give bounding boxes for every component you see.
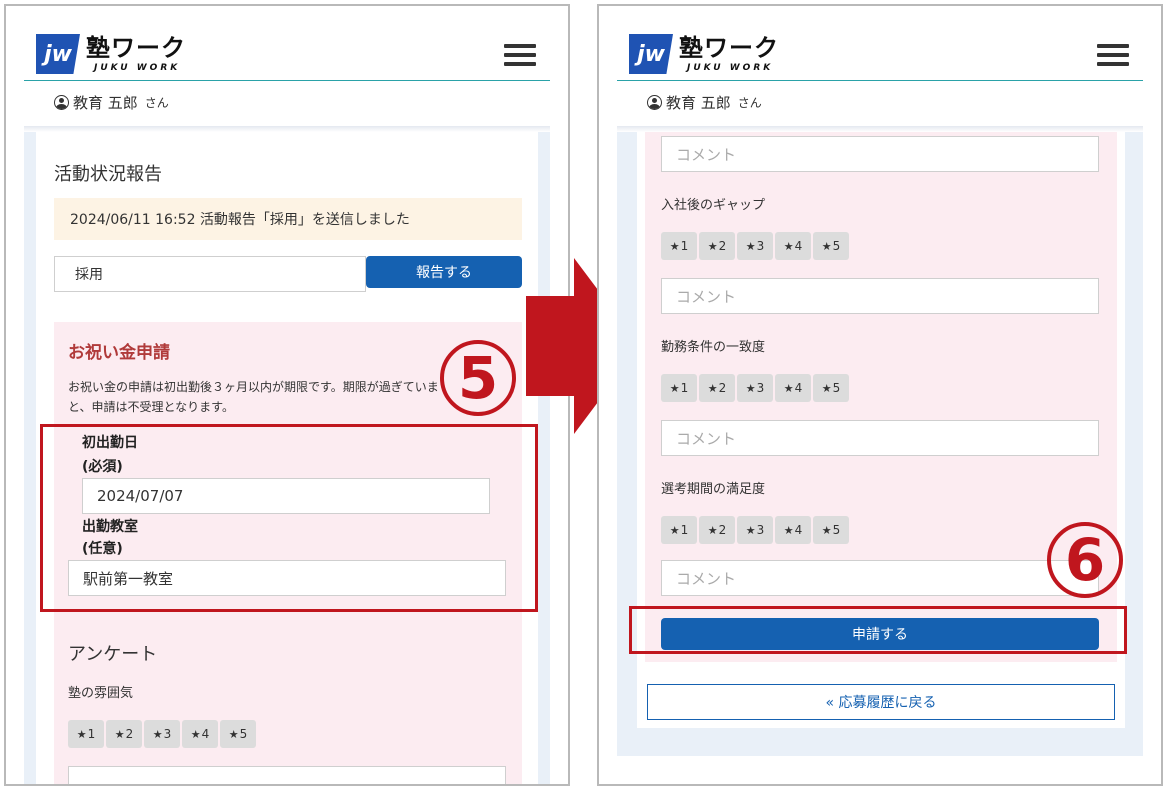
star-icon: ★ bbox=[821, 239, 832, 253]
rating-star-3[interactable]: ★ 3 bbox=[144, 720, 180, 748]
rating-atmosphere: ★ 1 ★ 2 ★ 3 ★ 4 ★ 5 bbox=[68, 720, 256, 748]
comment-input-conditions[interactable]: コメント bbox=[661, 420, 1099, 456]
star-icon: ★ bbox=[669, 381, 680, 395]
rating-star-3[interactable]: ★ 3 bbox=[737, 232, 773, 260]
status-notice: 2024/06/11 16:52 活動報告「採用」を送信しました bbox=[54, 198, 522, 240]
header-divider bbox=[617, 80, 1143, 81]
rating-star-1[interactable]: ★ 1 bbox=[661, 516, 697, 544]
step-number-5: 5 bbox=[440, 340, 516, 416]
star-icon: ★ bbox=[745, 239, 756, 253]
logo-subtext: JUKU WORK bbox=[94, 63, 181, 73]
comment-input-selection[interactable]: コメント bbox=[661, 560, 1099, 596]
section-title: 活動状況報告 bbox=[54, 164, 162, 185]
star-icon: ★ bbox=[783, 523, 794, 537]
back-to-history-link[interactable]: « 応募履歴に戻る bbox=[647, 684, 1115, 720]
star-icon: ★ bbox=[745, 523, 756, 537]
site-header: jw 塾ワーク JUKU WORK 教育 五郎 さん bbox=[6, 6, 568, 113]
user-info: 教育 五郎 さん bbox=[54, 92, 169, 113]
rating-star-5[interactable]: ★ 5 bbox=[813, 516, 849, 544]
rating-star-3[interactable]: ★ 3 bbox=[737, 374, 773, 402]
rating-star-5[interactable]: ★ 5 bbox=[813, 374, 849, 402]
rating-star-4[interactable]: ★ 4 bbox=[775, 374, 811, 402]
star-icon: ★ bbox=[707, 523, 718, 537]
star-icon: ★ bbox=[707, 239, 718, 253]
rating-gap: ★ 1 ★ 2 ★ 3 ★ 4 ★ 5 bbox=[661, 232, 849, 260]
survey-section: コメント 入社後のギャップ ★ 1 ★ 2 ★ 3 ★ 4 ★ 5 コメント 勤務条件の一… bbox=[645, 132, 1117, 662]
rating-star-1[interactable]: ★ 1 bbox=[661, 374, 697, 402]
site-logo[interactable]: jw 塾ワーク JUKU WORK bbox=[36, 34, 196, 74]
user-circle-icon bbox=[54, 95, 69, 110]
rating-selection: ★ 1 ★ 2 ★ 3 ★ 4 ★ 5 bbox=[661, 516, 849, 544]
rating-star-1[interactable]: ★ 1 bbox=[68, 720, 104, 748]
user-name: 教育 五郎 bbox=[73, 94, 138, 112]
comment-input-gap[interactable]: コメント bbox=[661, 278, 1099, 314]
logo-text: 塾ワーク bbox=[86, 34, 186, 62]
user-info: 教育 五郎 さん bbox=[647, 92, 762, 113]
site-logo[interactable]: jw 塾ワーク JUKU WORK bbox=[629, 34, 789, 74]
logo-mark: jw bbox=[36, 34, 80, 74]
bonus-description-line2: と、申請は不受理となります。 bbox=[68, 400, 234, 414]
survey-question-gap: 入社後のギャップ bbox=[661, 198, 766, 213]
star-icon: ★ bbox=[190, 727, 201, 741]
star-icon: ★ bbox=[707, 381, 718, 395]
rating-star-4[interactable]: ★ 4 bbox=[182, 720, 218, 748]
user-circle-icon bbox=[647, 95, 662, 110]
hamburger-icon[interactable] bbox=[1097, 44, 1129, 66]
survey-title: アンケート bbox=[68, 644, 158, 665]
rating-star-2[interactable]: ★ 2 bbox=[699, 516, 735, 544]
highlight-box-6 bbox=[629, 606, 1127, 654]
site-header: jw 塾ワーク JUKU WORK 教育 五郎 さん bbox=[599, 6, 1161, 113]
star-icon: ★ bbox=[745, 381, 756, 395]
star-icon: ★ bbox=[783, 239, 794, 253]
star-icon: ★ bbox=[669, 523, 680, 537]
left-screenshot-panel: jw 塾ワーク JUKU WORK 教育 五郎 さん 活動状況報告 2024/0… bbox=[4, 4, 570, 786]
star-icon: ★ bbox=[152, 727, 163, 741]
star-icon: ★ bbox=[669, 239, 680, 253]
rating-star-5[interactable]: ★ 5 bbox=[220, 720, 256, 748]
comment-input-1[interactable]: コメント bbox=[661, 136, 1099, 172]
rating-star-1[interactable]: ★ 1 bbox=[661, 232, 697, 260]
user-name: 教育 五郎 bbox=[666, 94, 731, 112]
user-suffix: さん bbox=[144, 96, 169, 110]
star-icon: ★ bbox=[114, 727, 125, 741]
logo-mark: jw bbox=[629, 34, 673, 74]
rating-conditions: ★ 1 ★ 2 ★ 3 ★ 4 ★ 5 bbox=[661, 374, 849, 402]
star-icon: ★ bbox=[821, 381, 832, 395]
highlight-box-5 bbox=[40, 424, 538, 612]
star-icon: ★ bbox=[821, 523, 832, 537]
logo-subtext: JUKU WORK bbox=[687, 63, 774, 73]
survey-question-conditions: 勤務条件の一致度 bbox=[661, 340, 766, 355]
rating-star-3[interactable]: ★ 3 bbox=[737, 516, 773, 544]
rating-star-4[interactable]: ★ 4 bbox=[775, 516, 811, 544]
logo-text: 塾ワーク bbox=[679, 34, 779, 62]
star-icon: ★ bbox=[783, 381, 794, 395]
star-icon: ★ bbox=[228, 727, 239, 741]
bonus-description-line1: お祝い金の申請は初出勤後３ヶ月以内が期限です。期限が過ぎていま bbox=[68, 380, 439, 394]
comment-input-atmosphere[interactable] bbox=[68, 766, 506, 784]
right-screenshot-panel: jw 塾ワーク JUKU WORK 教育 五郎 さん コメント 入社後のギャップ… bbox=[597, 4, 1163, 786]
rating-star-2[interactable]: ★ 2 bbox=[699, 374, 735, 402]
bonus-title: お祝い金申請 bbox=[68, 343, 170, 363]
user-suffix: さん bbox=[737, 96, 762, 110]
star-icon: ★ bbox=[76, 727, 87, 741]
rating-star-2[interactable]: ★ 2 bbox=[699, 232, 735, 260]
survey-question-selection: 選考期間の満足度 bbox=[661, 482, 766, 497]
report-button[interactable]: 報告する bbox=[366, 256, 522, 288]
step-number-6: 6 bbox=[1047, 522, 1123, 598]
hamburger-icon[interactable] bbox=[504, 44, 536, 66]
survey-question-atmosphere: 塾の雰囲気 bbox=[68, 686, 134, 701]
rating-star-4[interactable]: ★ 4 bbox=[775, 232, 811, 260]
status-select[interactable]: 採用 bbox=[54, 256, 366, 292]
rating-star-5[interactable]: ★ 5 bbox=[813, 232, 849, 260]
header-divider bbox=[24, 80, 550, 81]
rating-star-2[interactable]: ★ 2 bbox=[106, 720, 142, 748]
